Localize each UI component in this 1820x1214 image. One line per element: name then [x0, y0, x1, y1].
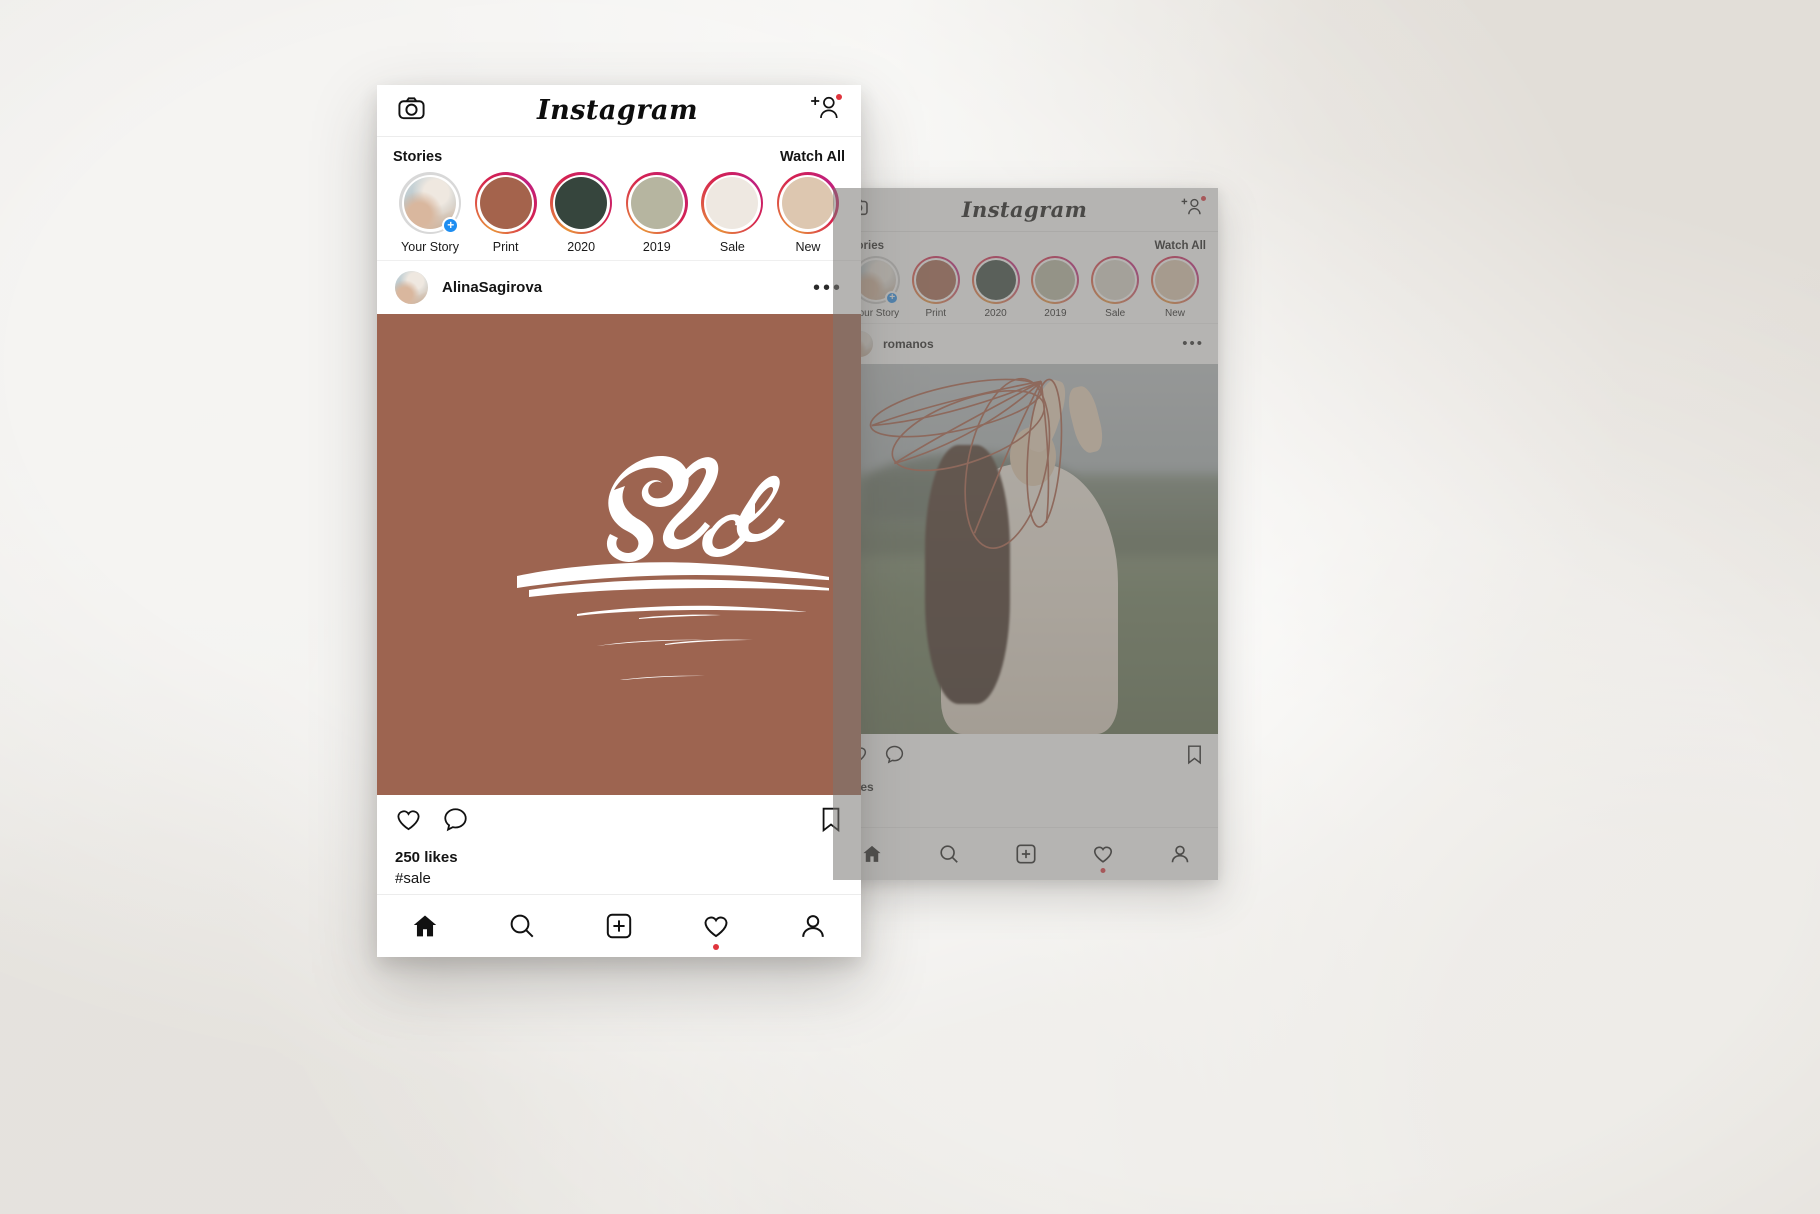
front-story-sale[interactable]: Sale: [695, 172, 769, 254]
floral-line-art: [869, 377, 1062, 549]
front-story-2020[interactable]: 2020: [544, 172, 618, 254]
back-bottom-nav: [833, 827, 1218, 880]
back-story-2019[interactable]: 2019: [1026, 256, 1084, 319]
nav-profile-icon[interactable]: [799, 912, 827, 940]
comment-icon[interactable]: [884, 744, 905, 770]
bookmark-icon[interactable]: [819, 806, 843, 838]
back-instagram-logo: Instagram: [961, 197, 1088, 222]
front-watch-all-link[interactable]: Watch All: [780, 149, 845, 165]
back-post-image[interactable]: [833, 364, 1218, 734]
front-stories-list: + Your Story Print 2020 2019 Sale New: [391, 172, 847, 254]
camera-icon[interactable]: [397, 94, 426, 128]
nav-home-icon[interactable]: [861, 843, 883, 865]
heart-icon[interactable]: [395, 806, 422, 838]
back-story-print[interactable]: Print: [907, 256, 965, 319]
front-instagram-logo: Instagram: [536, 95, 699, 126]
back-stories-list: + Your Story Print 2020 2019 Sale New: [845, 256, 1206, 319]
activity-notification-dot: [712, 944, 719, 950]
add-story-badge[interactable]: +: [885, 291, 899, 305]
back-watch-all-link[interactable]: Watch All: [1154, 240, 1206, 252]
back-story-label: Sale: [1105, 308, 1126, 319]
more-options-icon[interactable]: •••: [1182, 336, 1204, 351]
back-story-2020[interactable]: 2020: [967, 256, 1025, 319]
front-post-username[interactable]: AlinaSagirova: [442, 279, 542, 296]
nav-search-icon[interactable]: [938, 843, 960, 865]
front-post-likes: 250 likes: [395, 849, 458, 866]
back-story-label: New: [1164, 308, 1185, 319]
back-story-sale[interactable]: Sale: [1086, 256, 1144, 319]
front-story-label: Your Story: [401, 240, 459, 254]
nav-create-icon[interactable]: [1015, 843, 1037, 865]
add-story-badge[interactable]: +: [442, 217, 459, 234]
nav-profile-icon[interactable]: [1169, 843, 1191, 865]
add-person-icon[interactable]: [1180, 196, 1206, 222]
nav-search-icon[interactable]: [508, 912, 536, 940]
add-person-icon[interactable]: [809, 94, 842, 126]
background-phone-screen[interactable]: Instagram Stories Watch All + Your Story: [833, 188, 1218, 880]
back-post-likes: likes: [833, 780, 1218, 794]
back-post-actions: [833, 734, 1218, 780]
nav-create-icon[interactable]: [605, 912, 633, 940]
back-stories-section: Stories Watch All + Your Story Print 202…: [833, 232, 1218, 323]
activity-notification-dot: [1100, 868, 1105, 873]
front-story-label: Sale: [719, 240, 745, 254]
comment-icon[interactable]: [442, 806, 469, 838]
back-story-label: 2019: [1044, 308, 1067, 319]
front-story-2019[interactable]: 2019: [620, 172, 694, 254]
more-options-icon[interactable]: •••: [813, 278, 843, 298]
front-story-your-story[interactable]: + Your Story: [393, 172, 467, 254]
back-topbar: Instagram: [833, 188, 1218, 232]
back-story-new[interactable]: New: [1146, 256, 1204, 319]
front-story-print[interactable]: Print: [469, 172, 543, 254]
front-story-label: Print: [492, 240, 519, 254]
front-post-actions: [377, 795, 861, 849]
nav-activity-icon[interactable]: [1092, 843, 1114, 873]
front-post-avatar[interactable]: [395, 271, 428, 304]
front-stories-title: Stories: [393, 149, 443, 165]
foreground-phone-screen[interactable]: Instagram Stories Watch All + Your Story: [377, 85, 861, 957]
front-bottom-nav: [377, 894, 861, 957]
nav-activity-icon[interactable]: [702, 912, 730, 950]
front-story-label: 2020: [567, 240, 596, 254]
back-story-label: Print: [925, 308, 947, 319]
front-topbar: Instagram: [377, 85, 861, 137]
front-post-image[interactable]: [377, 314, 861, 795]
sale-brush-lettering: [517, 455, 829, 680]
front-post-header: AlinaSagirova •••: [377, 260, 861, 314]
front-story-new[interactable]: New: [771, 172, 845, 254]
back-post-header: romanos •••: [833, 323, 1218, 364]
back-post-username[interactable]: romanos: [883, 337, 934, 351]
back-story-label: 2020: [984, 308, 1007, 319]
front-post-caption[interactable]: #sale: [377, 866, 861, 887]
front-story-label: New: [795, 240, 821, 254]
nav-home-icon[interactable]: [411, 912, 439, 940]
notification-dot: [1201, 196, 1206, 201]
notification-dot: [835, 94, 842, 100]
front-stories-section: Stories Watch All + Your Story Print 202…: [377, 137, 861, 260]
front-story-label: 2019: [642, 240, 671, 254]
bookmark-icon[interactable]: [1185, 744, 1204, 770]
